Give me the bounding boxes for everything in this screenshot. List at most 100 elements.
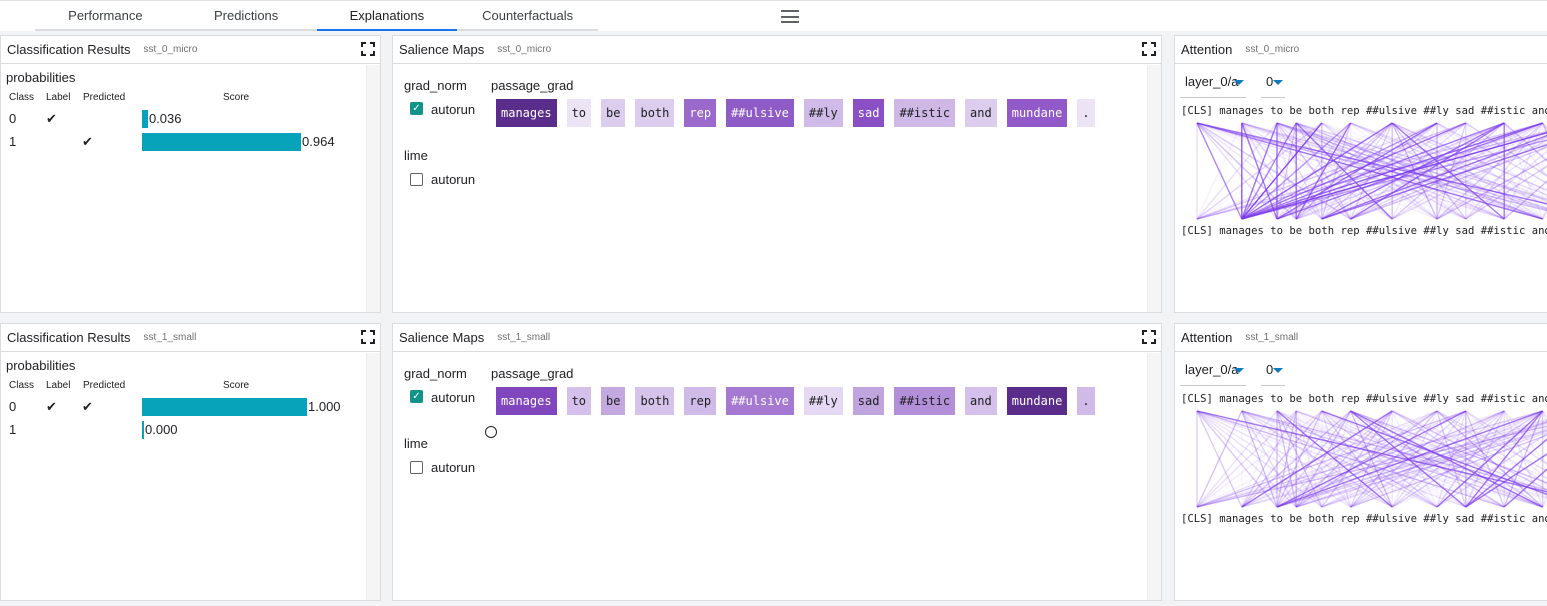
autorun-checkbox[interactable] [410,461,423,474]
autorun-label: autorun [431,460,476,475]
header-score: Score [223,92,250,103]
mouse-cursor-icon [485,426,497,438]
panel-title: Salience Maps [399,42,485,57]
tab-performance[interactable]: Performance [35,1,176,29]
top-nav: Performance Predictions Explanations Cou… [0,0,1547,31]
model-name: sst_0_micro [497,44,552,55]
expand-icon[interactable] [361,42,375,56]
token-list: manages to be both rep ##ulsive ##ly sad ##istic… [496,99,1095,127]
field-name: passage_grad [491,78,574,93]
attention-panel: Attention sst_1_small layer_0/a 0 [CLS] m… [1174,323,1547,601]
attention-lines [1196,122,1547,220]
method-name: grad_norm [404,78,467,93]
autorun-label: autorun [431,172,476,187]
predicted-check-icon: ✔ [82,134,93,149]
class-cell: 0 [9,399,17,414]
salience-token: and [965,387,997,415]
autorun-label: autorun [431,390,476,405]
autorun-checkbox[interactable]: ✓ [410,390,423,403]
classification-panel: Classification Results sst_0_micro probab… [0,35,381,313]
salience-token: be [601,387,626,415]
header-label: Label [46,380,71,391]
panel-title: Classification Results [7,330,131,345]
class-cell: 1 [9,422,17,437]
scrollbar[interactable] [366,353,380,600]
method-name: grad_norm [404,366,467,381]
salience-token: ##istic [894,99,956,127]
score-bar [142,421,144,439]
score-value: 0.000 [145,422,178,437]
salience-token: rep [684,99,717,127]
score-value: 1.000 [308,399,341,414]
salience-token: to [566,387,592,415]
header-predicted: Predicted [83,380,126,391]
salience-token: be [601,99,626,127]
class-cell: 0 [9,111,17,126]
salience-panel: Salience Maps sst_1_small grad_norm passa… [392,323,1162,601]
header-class: Class [9,380,35,391]
salience-token: mundane [1006,387,1068,415]
model-name: sst_1_small [143,332,197,343]
token-list: manages to be both rep ##ulsive ##ly sad ##istic… [496,387,1095,415]
section-title: probabilities [6,358,76,373]
salience-token: ##ulsive [726,99,794,127]
attention-target-tokens: [CLS] manages to be both rep ##ulsive ##… [1181,513,1547,525]
hamburger-menu-icon[interactable] [781,10,799,23]
panel-header: Classification Results sst_1_small [1,324,380,352]
salience-token: sad [852,387,885,415]
salience-token: manages [496,387,557,415]
model-name: sst_0_micro [143,44,198,55]
salience-token: and [965,99,997,127]
attention-lines [1196,410,1547,508]
autorun-checkbox[interactable] [410,173,423,186]
salience-token: ##ulsive [726,387,794,415]
attention-panel: Attention sst_0_micro layer_0/a 0 [CLS] m… [1174,35,1547,313]
scrollbar[interactable] [1147,65,1161,312]
header-class: Class [9,92,35,103]
score-bar [142,398,307,416]
salience-token: . [1077,387,1095,415]
salience-token: sad [852,99,885,127]
salience-token: to [566,99,592,127]
score-bar [142,133,302,151]
autorun-checkbox[interactable]: ✓ [410,102,423,115]
panel-header: Salience Maps sst_0_micro [393,36,1161,64]
classification-panel: Classification Results sst_1_small probab… [0,323,381,601]
salience-token: ##istic [894,387,956,415]
score-bar [142,110,148,128]
expand-icon[interactable] [1142,42,1156,56]
salience-token: manages [496,99,557,127]
method-name: lime [404,148,428,163]
tab-counterfactuals[interactable]: Counterfactuals [457,1,598,29]
salience-panel: Salience Maps sst_0_micro grad_norm passa… [392,35,1162,313]
field-name: passage_grad [491,366,574,381]
attention-target-tokens: [CLS] manages to be both rep ##ulsive ##… [1181,225,1547,237]
label-check-icon: ✔ [46,399,57,414]
label-check-icon: ✔ [46,111,57,126]
score-value: 0.964 [302,134,335,149]
scrollbar[interactable] [1147,353,1161,600]
header-predicted: Predicted [83,92,126,103]
header-label: Label [46,92,71,103]
score-value: 0.036 [148,111,182,126]
salience-token: . [1077,99,1095,127]
panel-header: Salience Maps sst_1_small [393,324,1161,352]
section-title: probabilities [6,70,76,85]
tab-bar: Performance Predictions Explanations Cou… [35,1,598,31]
tab-explanations[interactable]: Explanations [316,1,458,31]
salience-token: both [635,99,675,127]
salience-token: ##ly [803,99,843,127]
panel-title: Salience Maps [399,330,485,345]
panel-title: Classification Results [7,42,131,57]
panel-header: Classification Results sst_0_micro [1,36,380,64]
expand-icon[interactable] [361,330,375,344]
salience-token: ##ly [803,387,843,415]
tab-predictions[interactable]: Predictions [176,1,317,29]
model-name: sst_1_small [497,332,551,343]
predicted-check-icon: ✔ [82,399,93,414]
expand-icon[interactable] [1142,330,1156,344]
scrollbar[interactable] [366,65,380,312]
class-cell: 1 [9,134,17,149]
method-name: lime [404,436,428,451]
header-score: Score [223,380,250,391]
